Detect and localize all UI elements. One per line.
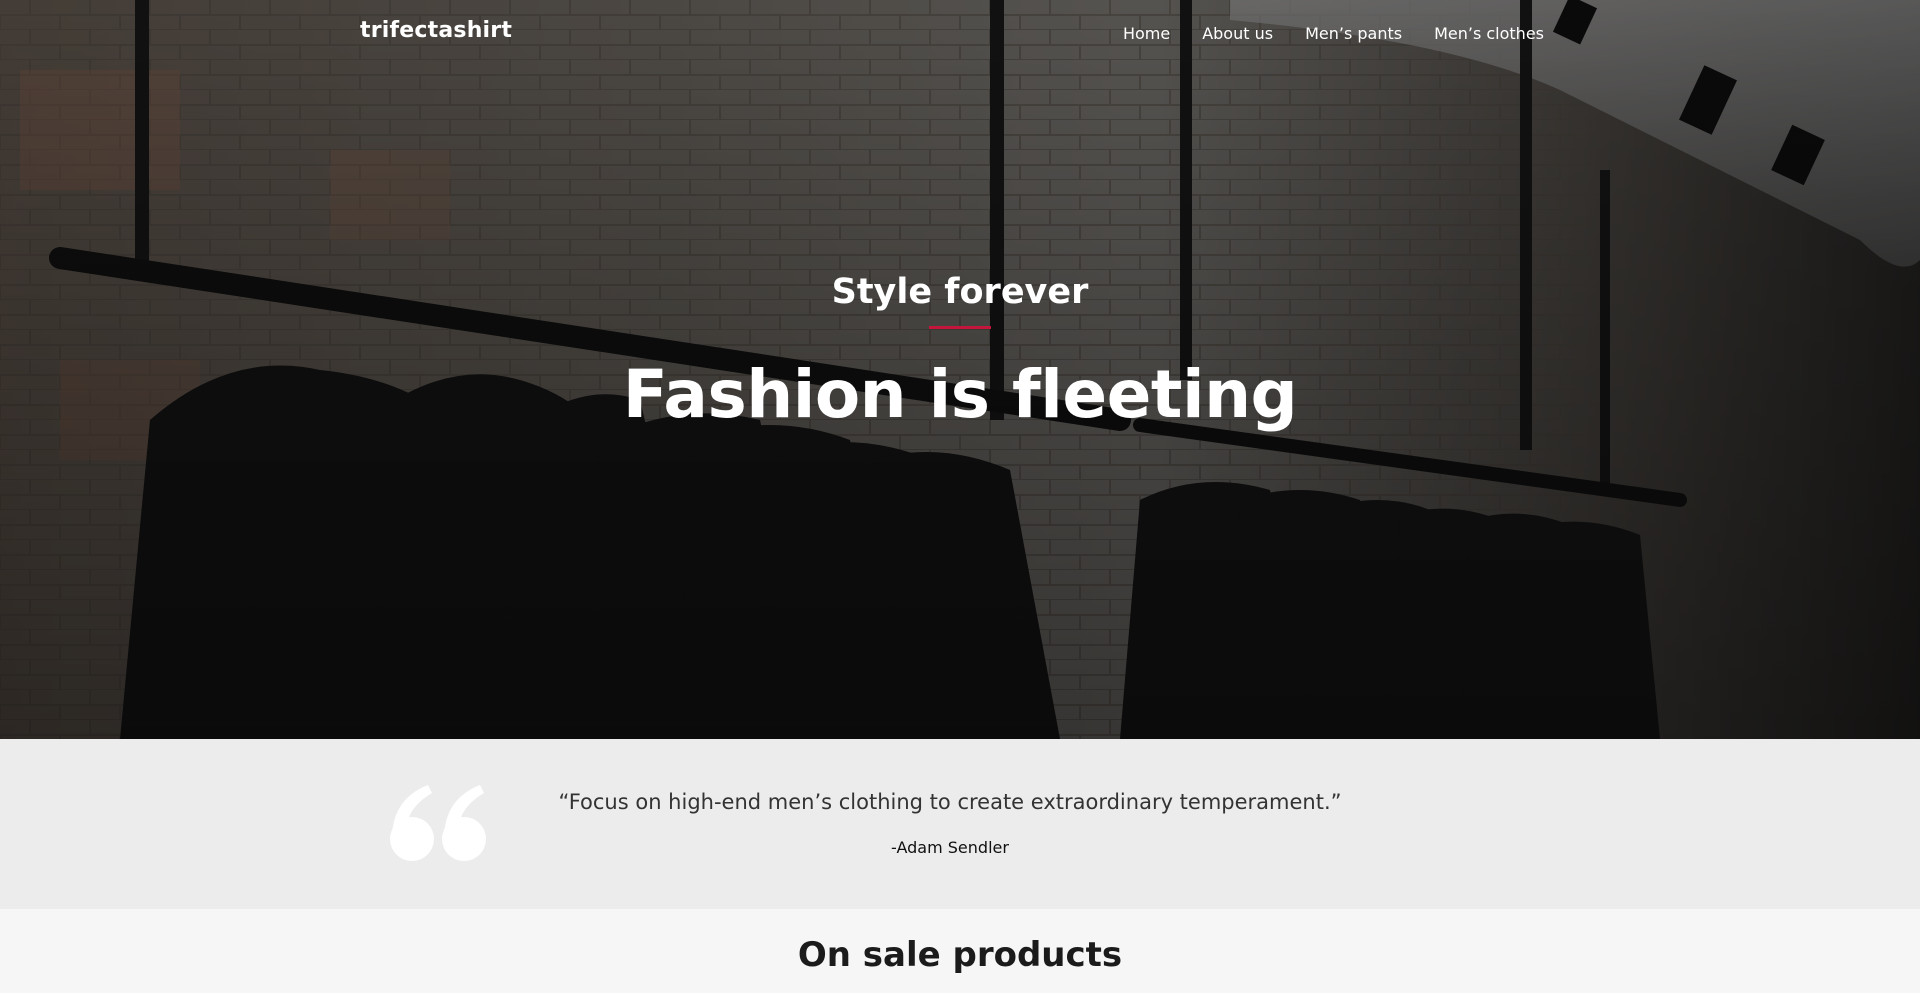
nav-link-mens-pants[interactable]: Men’s pants [1305, 24, 1402, 43]
site-header: trifectashirt Home About us Men’s pants … [0, 0, 1920, 70]
hero-kicker: Style forever [831, 272, 1089, 312]
nav-link-about-us[interactable]: About us [1202, 24, 1273, 43]
nav-item-mens-clothes: Men’s clothes [1434, 24, 1544, 43]
on-sale-section: On sale products [0, 909, 1920, 993]
nav-link-mens-clothes[interactable]: Men’s clothes [1434, 24, 1544, 43]
hero-accent-divider [929, 326, 991, 329]
quote-text: “Focus on high-end men’s clothing to cre… [558, 790, 1342, 814]
brand-logo-link[interactable]: trifectashirt [360, 18, 512, 43]
nav-link-home[interactable]: Home [1123, 24, 1170, 43]
on-sale-title: On sale products [797, 935, 1123, 975]
hero-title: Fashion is fleeting [622, 356, 1298, 433]
hero-content: Style forever Fashion is fleeting [0, 268, 1920, 435]
quote-section [0, 739, 1920, 909]
quote-author: -Adam Sendler [891, 838, 1009, 857]
nav-item-about-us: About us [1202, 24, 1273, 43]
nav-item-mens-pants: Men’s pants [1305, 24, 1402, 43]
hero-section: trifectashirt Home About us Men’s pants … [0, 0, 1920, 739]
nav-item-home: Home [1123, 24, 1170, 43]
main-nav: Home About us Men’s pants Men’s clothes [1123, 24, 1544, 43]
